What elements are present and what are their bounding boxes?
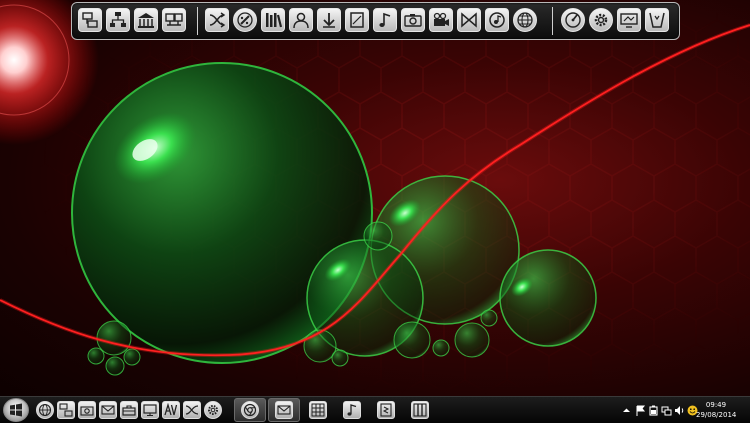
- music-note-icon[interactable]: [373, 8, 397, 32]
- building-icon-glyph: [138, 13, 154, 28]
- dock-separator: [552, 7, 553, 35]
- taskbar-button-mail[interactable]: [268, 398, 300, 422]
- download-arrow-icon[interactable]: [317, 8, 341, 32]
- audio-disc-icon[interactable]: [485, 8, 509, 32]
- paint-icon-glyph: [237, 12, 253, 28]
- gauge-icon-glyph: [565, 12, 581, 28]
- network-icon-glyph: [82, 12, 98, 28]
- paint-icon[interactable]: [233, 8, 257, 32]
- camera-icon-glyph: [404, 14, 422, 27]
- start-button[interactable]: [3, 398, 29, 422]
- user-icon-glyph: [293, 12, 309, 29]
- audio-disc-icon-glyph: [489, 12, 505, 28]
- panels-icon: [411, 401, 429, 419]
- monitors-icon-glyph: [165, 13, 183, 26]
- globe-icon[interactable]: [513, 8, 537, 32]
- mail-icon-glyph: [101, 405, 115, 415]
- library-icon[interactable]: [261, 8, 285, 32]
- taskbar-button-music[interactable]: [336, 398, 368, 422]
- shuffle-icon[interactable]: [205, 8, 229, 32]
- camera-icon[interactable]: [78, 401, 96, 419]
- org-chart-icon-glyph: [110, 12, 126, 27]
- taskbar-button-notes[interactable]: [370, 398, 402, 422]
- clock-time: 09:49: [705, 401, 727, 409]
- windows-start-icon: [10, 403, 22, 417]
- notes-icon: [377, 401, 395, 419]
- shuffle-icon-glyph: [209, 12, 226, 28]
- globe-icon-glyph: [38, 403, 52, 417]
- clock-date: 29/08/2014: [696, 411, 737, 419]
- taskbar-clock[interactable]: 09:49 29/08/2014: [696, 400, 736, 420]
- display-settings-icon-glyph: [620, 13, 638, 28]
- video-camera-icon[interactable]: [429, 8, 453, 32]
- music-note-icon-glyph: [379, 12, 391, 27]
- chrome-icon: [241, 401, 259, 419]
- network-icon[interactable]: [660, 404, 672, 416]
- top-dock: [71, 2, 680, 40]
- grid-icon: [309, 401, 327, 419]
- network-icon[interactable]: [57, 401, 75, 419]
- building-icon[interactable]: [134, 8, 158, 32]
- shuffle-icon-glyph: [185, 405, 199, 415]
- wallpaper-art: [0, 0, 750, 396]
- grid-icon-glyph: [311, 403, 325, 417]
- media-player-icon[interactable]: [457, 8, 481, 32]
- mail-envelope-icon: [275, 401, 293, 419]
- taskbar-button-chrome[interactable]: [234, 398, 266, 422]
- desktop-wallpaper: [0, 0, 750, 396]
- toolbox-icon[interactable]: [120, 401, 138, 419]
- chrome-icon-glyph: [243, 403, 257, 417]
- network-icon[interactable]: [78, 8, 102, 32]
- globe-icon-glyph: [517, 12, 533, 28]
- show-hidden-icon[interactable]: [620, 404, 632, 416]
- settings-gear-icon-glyph: [208, 405, 218, 415]
- music-note-icon-glyph: [347, 404, 357, 416]
- media-player-icon-glyph: [461, 12, 477, 28]
- taskbar-button-panels[interactable]: [404, 398, 436, 422]
- camera-icon-glyph: [80, 406, 94, 416]
- settings-gear-icon-glyph: [594, 13, 608, 27]
- mail-icon[interactable]: [99, 401, 117, 419]
- flag-icon[interactable]: [634, 404, 646, 416]
- video-camera-icon-glyph: [433, 12, 449, 26]
- panels-icon-glyph: [413, 403, 427, 417]
- monitor-icon[interactable]: [141, 401, 159, 419]
- org-chart-icon[interactable]: [106, 8, 130, 32]
- system-tray: 09:49 29/08/2014: [620, 397, 750, 423]
- toolbox-icon-glyph: [122, 405, 136, 416]
- volume-icon[interactable]: [673, 404, 685, 416]
- network-icon-glyph: [59, 403, 73, 417]
- camera-icon[interactable]: [401, 8, 425, 32]
- library-icon-glyph: [266, 13, 282, 28]
- display-settings-icon[interactable]: [617, 8, 641, 32]
- battery-icon[interactable]: [647, 404, 659, 416]
- taskbar-button-grid[interactable]: [302, 398, 334, 422]
- taskbar: 09:49 29/08/2014: [0, 396, 750, 423]
- av-icon[interactable]: [162, 401, 180, 419]
- monitor-icon-glyph: [143, 404, 157, 417]
- notes-icon-glyph: [380, 403, 392, 417]
- settings-gear-icon[interactable]: [589, 8, 613, 32]
- av-icon-glyph: [164, 403, 178, 416]
- document-icon-glyph: [350, 12, 364, 28]
- user-icon[interactable]: [289, 8, 313, 32]
- settings-gear-icon[interactable]: [204, 401, 222, 419]
- globe-icon[interactable]: [36, 401, 54, 419]
- mail-envelope-icon-glyph: [277, 405, 291, 415]
- music-note-icon: [343, 401, 361, 419]
- dock-separator: [197, 7, 198, 35]
- download-arrow-icon-glyph: [323, 13, 335, 28]
- recycle-bin-icon[interactable]: [645, 8, 669, 32]
- monitors-icon[interactable]: [162, 8, 186, 32]
- recycle-bin-icon-glyph: [649, 12, 665, 28]
- gauge-icon[interactable]: [561, 8, 585, 32]
- shuffle-icon[interactable]: [183, 401, 201, 419]
- document-icon[interactable]: [345, 8, 369, 32]
